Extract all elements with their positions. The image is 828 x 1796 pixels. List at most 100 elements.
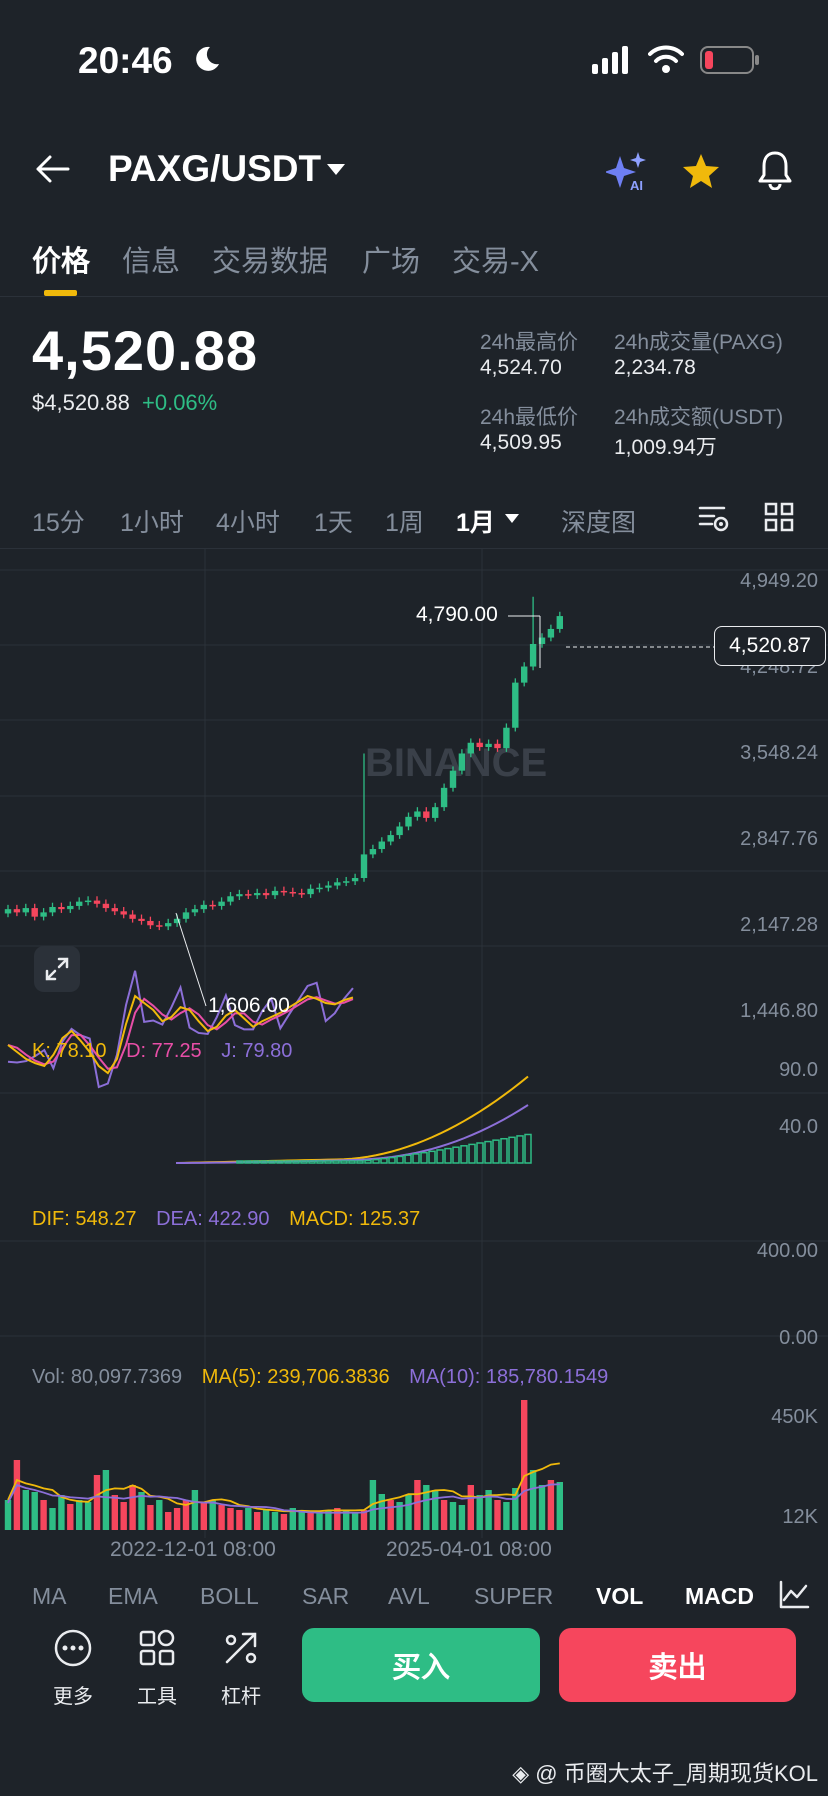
volume-bar [271, 1512, 279, 1530]
candle-body [476, 742, 483, 748]
candle-body [325, 885, 332, 888]
kdj-k: K: 78.10 [32, 1040, 107, 1062]
current-price-value: 4,520.87 [729, 634, 811, 657]
volume-bar [236, 1510, 243, 1530]
interval-15m[interactable]: 15分 [32, 503, 85, 539]
svg-text:AI: AI [630, 178, 643, 192]
macd-value: MACD: 125.37 [289, 1208, 421, 1230]
ind-tab-vol[interactable]: VOL [596, 1583, 643, 1610]
candle-body [271, 890, 279, 896]
candle-body [423, 811, 430, 818]
macd-dif: DIF: 548.27 [32, 1208, 137, 1230]
ind-tab-sar[interactable]: SAR [302, 1583, 349, 1610]
fullscreen-button[interactable] [34, 946, 80, 992]
high-label: 24h最高价 [480, 331, 579, 354]
ind-tab-macd[interactable]: MACD [685, 1583, 754, 1610]
tab-divider [0, 296, 828, 297]
chevron-down-icon[interactable] [326, 163, 346, 177]
candle-body [289, 891, 296, 894]
chart-settings-icon[interactable] [698, 502, 730, 534]
candle-body [467, 742, 474, 754]
volume-bar [307, 1512, 314, 1530]
volume-bar [209, 1500, 216, 1530]
interval-1d[interactable]: 1天 [314, 503, 353, 539]
volume-bar [22, 1490, 29, 1530]
volume-bar [218, 1505, 225, 1530]
binance-square-icon: ◈ [512, 1761, 530, 1786]
interval-depth[interactable]: 深度图 [561, 503, 636, 539]
volume-bar [129, 1485, 136, 1530]
y-tick-5: 1,446.80 [740, 1000, 818, 1022]
y-tick-0: 4,949.20 [740, 570, 818, 592]
low-value: 4,509.95 [480, 431, 562, 454]
kdj-tick-0: 90.0 [779, 1059, 818, 1081]
vol-quote-label: 24h成交额(USDT) [614, 406, 784, 429]
more-icon [54, 1629, 92, 1667]
volume-bar [111, 1495, 118, 1530]
candle-body [200, 904, 207, 910]
bell-icon[interactable] [758, 150, 792, 190]
low-label: 24h最低价 [480, 406, 579, 429]
candle-body [49, 907, 56, 913]
interval-chevron-icon[interactable] [504, 513, 520, 524]
vol-legend: Vol: 80,097.7369 MA(5): 239,706.3836 MA(… [32, 1366, 608, 1389]
pair-selector[interactable]: PAXG/USDT [108, 148, 321, 190]
footer-watermark-text: @ 币圈大太子_周期现货KOL [535, 1761, 818, 1786]
tool-tools[interactable]: 工具 [122, 1628, 192, 1709]
candle-body [165, 923, 172, 927]
battery-icon [700, 46, 759, 74]
usd-price-row: $4,520.88 +0.06% [32, 390, 217, 416]
ind-tab-ma[interactable]: MA [32, 1583, 67, 1610]
volume-bar [147, 1505, 154, 1530]
volume-bar [245, 1508, 252, 1530]
macd-histogram-bar [500, 1137, 508, 1164]
tool-leverage-label: 杠杆 [221, 1686, 261, 1708]
layout-grid-icon[interactable] [764, 502, 794, 532]
tool-tools-label: 工具 [137, 1686, 177, 1708]
tab-price[interactable]: 价格 [32, 238, 90, 280]
volume-bar [4, 1500, 12, 1530]
candle-body [360, 854, 368, 879]
interval-1h[interactable]: 1小时 [120, 503, 184, 539]
candle-body [503, 727, 510, 749]
vol-base-value: 2,234.78 [614, 356, 696, 379]
favorite-star-icon[interactable] [682, 153, 720, 189]
macd-histogram-bar [388, 1156, 396, 1164]
tab-trade-x[interactable]: 交易-X [452, 238, 539, 280]
candle-body [485, 743, 492, 748]
interval-1w[interactable]: 1周 [385, 503, 424, 539]
ind-tab-ema[interactable]: EMA [108, 1583, 158, 1610]
macd-histogram-bar [508, 1136, 516, 1164]
macd-histogram-bar [452, 1146, 460, 1164]
interval-4h[interactable]: 4小时 [216, 503, 280, 539]
vol-tick-0: 450K [771, 1406, 818, 1428]
ai-sparkle-icon[interactable]: AI [606, 152, 650, 192]
candle-body [191, 909, 199, 913]
macd-histogram-bar [364, 1159, 372, 1164]
volume-bar [476, 1495, 483, 1530]
candle-body [307, 888, 314, 895]
tool-more[interactable]: 更多 [38, 1628, 108, 1709]
candle-body [440, 787, 448, 808]
buy-button[interactable]: 买入 [302, 1628, 540, 1702]
candle-body [547, 628, 555, 638]
interval-1mo[interactable]: 1月 [456, 503, 495, 539]
ind-tab-boll[interactable]: BOLL [200, 1583, 259, 1610]
ind-tab-avl[interactable]: AVL [388, 1583, 430, 1610]
macd-histogram-bar [420, 1151, 428, 1164]
indicator-settings-icon[interactable] [778, 1580, 810, 1610]
candle-body [351, 878, 359, 882]
volume-bar [58, 1495, 65, 1530]
tab-info[interactable]: 信息 [122, 238, 180, 280]
tab-square[interactable]: 广场 [362, 238, 420, 280]
macd-histogram-bar [428, 1150, 436, 1164]
candle-body [76, 901, 83, 906]
macd-histogram-bar [412, 1153, 420, 1164]
ind-tab-super[interactable]: SUPER [474, 1583, 553, 1610]
sell-button[interactable]: 卖出 [559, 1628, 796, 1702]
back-arrow-icon[interactable] [34, 154, 70, 184]
tool-leverage[interactable]: 杠杆 [206, 1628, 276, 1709]
volume-bar [200, 1502, 207, 1530]
tab-trading-data[interactable]: 交易数据 [212, 238, 328, 280]
volume-bar [93, 1475, 101, 1530]
